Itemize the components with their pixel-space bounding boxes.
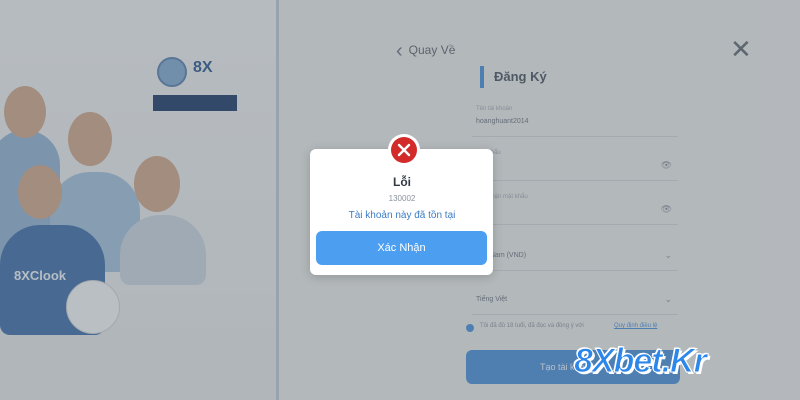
confirm-button[interactable]: Xác Nhận [316,231,487,265]
error-x-icon [391,137,417,163]
error-badge [388,134,420,166]
site-watermark: 8Xbet.Kr [574,342,796,392]
watermark-text: 8Xbet.Kr [574,342,708,381]
